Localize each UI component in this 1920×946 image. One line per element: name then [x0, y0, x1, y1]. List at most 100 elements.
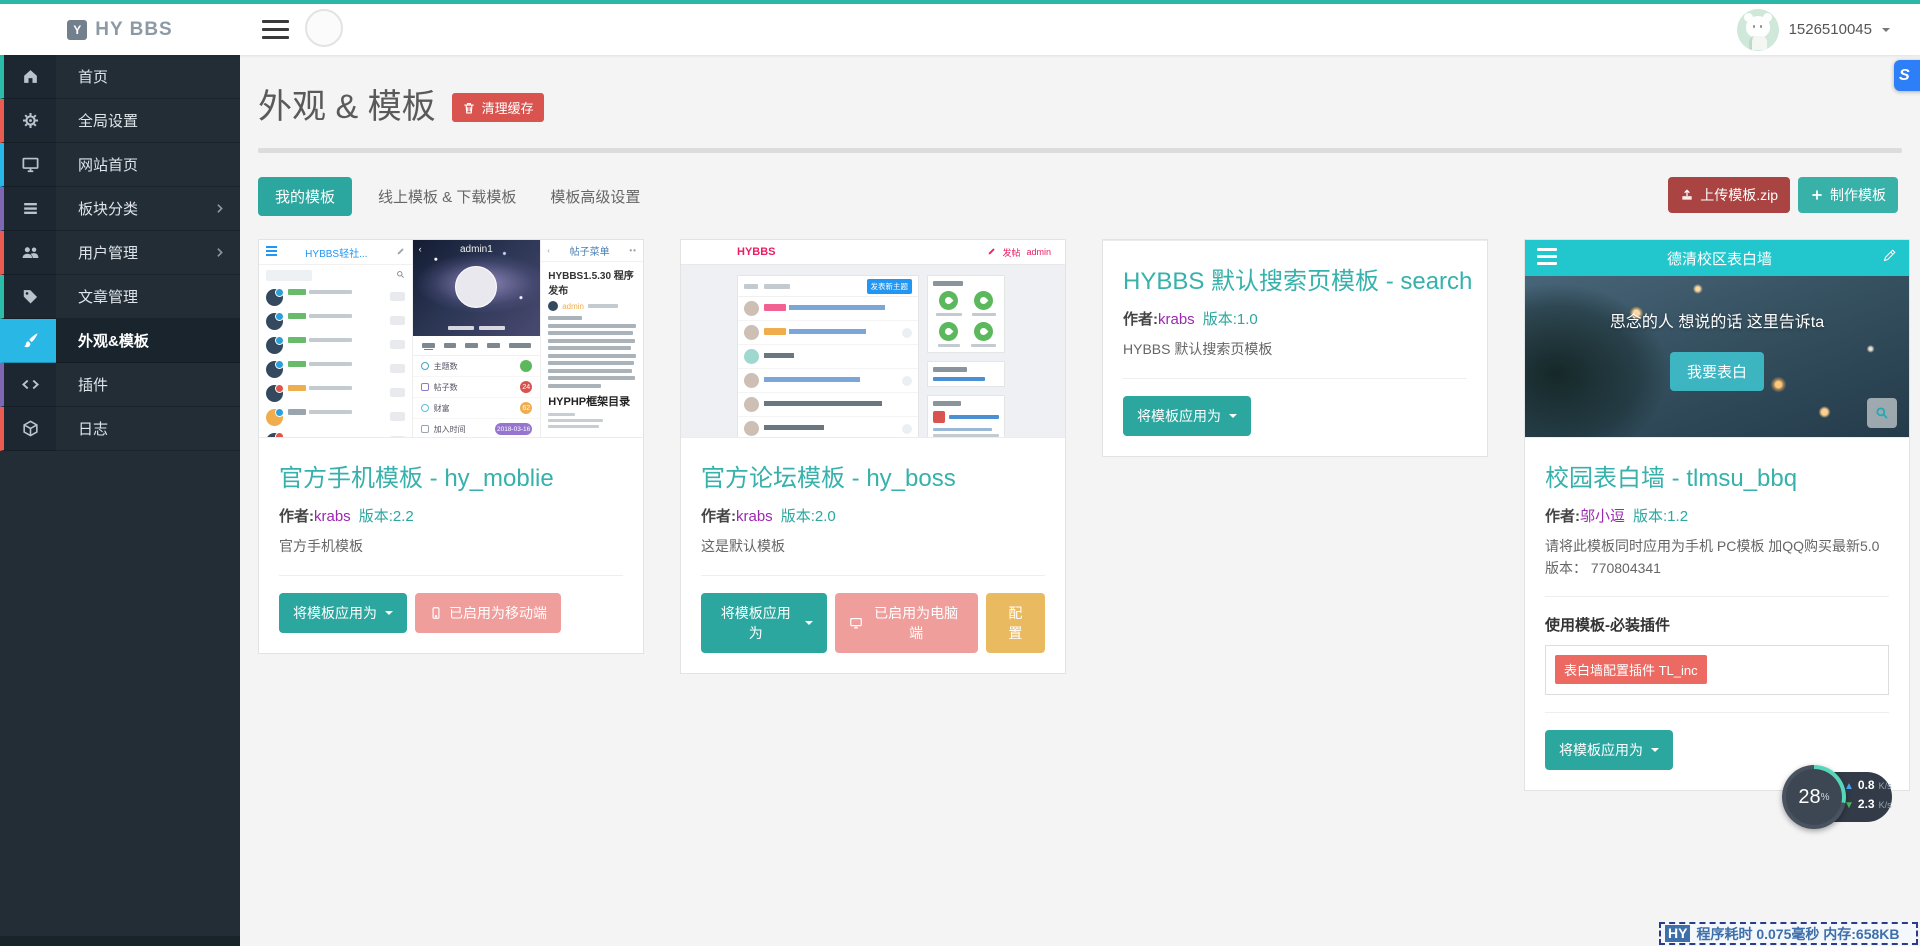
tab-advanced-settings[interactable]: 模板高级设置: [550, 177, 640, 216]
template-preview-hy-moblie: HYBBS轻社...: [259, 240, 643, 438]
upload-icon: [1680, 188, 1694, 202]
thumb-pen-icon: [396, 247, 405, 258]
thumb-pen-icon: [987, 247, 996, 258]
config-button[interactable]: 配置: [986, 593, 1045, 653]
template-version: 版本:2.2: [359, 508, 414, 525]
apply-template-dropdown[interactable]: 将模板应用为: [1123, 396, 1251, 436]
thumb-hamburger-icon: [1537, 248, 1557, 269]
upload-template-button[interactable]: 上传模板.zip: [1668, 177, 1790, 213]
page-title: 外观 & 模板: [258, 79, 436, 128]
sidebar-item-global-settings[interactable]: 全局设置: [0, 99, 240, 143]
top-header: Y HY BBS 1526510045: [0, 4, 1920, 55]
template-description: 请将此模板同时应用为手机 PC模板 加QQ购买最新5.0版本： 77080434…: [1545, 536, 1889, 579]
thumb-profile-name: admin1: [413, 244, 541, 255]
cube-icon: [0, 407, 56, 451]
required-plugins-box: 表白墙配置插件 TL_inc: [1545, 645, 1889, 695]
chevron-down-icon: [1882, 28, 1890, 36]
template-title-link[interactable]: 校园表白墙 - tlmsu_bbq: [1545, 458, 1889, 493]
thumb-search-icon: [396, 270, 405, 281]
title-divider: [258, 148, 1902, 153]
list-icon: [0, 187, 56, 231]
thumb-post-menu-title: 帖子菜单: [570, 243, 610, 258]
template-preview-search: [1103, 240, 1487, 241]
tab-online-templates[interactable]: 线上模板 & 下载模板: [378, 177, 516, 216]
template-title-link[interactable]: 官方手机模板 - hy_moblie: [279, 458, 623, 493]
plugin-tag: 表白墙配置插件 TL_inc: [1555, 655, 1707, 684]
sidebar-item-logs[interactable]: 日志: [0, 407, 240, 451]
template-title-link[interactable]: HYBBS 默认搜索页模板 - search: [1123, 261, 1467, 296]
performance-text: 程序耗时 0.075毫秒 内存:658KB: [1696, 924, 1899, 944]
download-rate: 2.3: [1858, 797, 1875, 811]
template-card-search: HYBBS 默认搜索页模板 - search 作者:krabs版本:1.0 HY…: [1102, 239, 1488, 457]
template-author: krabs: [736, 508, 773, 525]
template-title-link[interactable]: 官方论坛模板 - hy_boss: [701, 458, 1045, 493]
tag-icon: [0, 275, 56, 319]
users-icon: [0, 231, 56, 275]
brand-logo[interactable]: Y HY BBS: [0, 4, 240, 55]
enabled-desktop-button[interactable]: 已启用为电脑端: [835, 593, 978, 653]
trash-icon: [462, 101, 476, 115]
enabled-mobile-button[interactable]: 已启用为移动端: [415, 593, 561, 633]
sidebar-item-site-home[interactable]: 网站首页: [0, 143, 240, 187]
thumb-search-button: [1867, 398, 1897, 428]
sidebar-nav: 首页 全局设置 网站首页 板块分类 用户管理: [0, 55, 240, 946]
username: 1526510045: [1789, 21, 1872, 38]
template-card-hy-moblie: HYBBS轻社...: [258, 239, 644, 654]
thumb-confess-button: 我要表白: [1670, 352, 1764, 391]
sidebar-toggle-hamburger-icon[interactable]: [262, 20, 289, 39]
user-menu[interactable]: 1526510045: [1737, 4, 1890, 55]
template-card-hy-boss: HYBBS 发帖 admin 发表新主题: [680, 239, 1066, 674]
floating-service-icon[interactable]: S: [1894, 60, 1920, 91]
monitor-icon: [849, 616, 863, 630]
template-version: 版本:1.2: [1633, 508, 1688, 525]
gauge-percent-value: 28: [1798, 786, 1820, 809]
thumb-forum-title: HYBBS轻社...: [283, 245, 390, 260]
template-version: 版本:2.0: [781, 508, 836, 525]
thumb-tagline: 思念的人 想说的话 这里告诉ta: [1525, 308, 1909, 332]
thumb-profile-avatar: [455, 266, 497, 308]
template-preview-hy-boss: HYBBS 发帖 admin 发表新主题: [681, 240, 1065, 438]
apply-template-dropdown[interactable]: 将模板应用为: [701, 593, 827, 653]
template-author: krabs: [314, 508, 351, 525]
user-avatar: [1737, 9, 1779, 51]
admin-page: Y HY BBS 1526510045 首页 全局设置: [0, 0, 1920, 946]
apply-template-dropdown[interactable]: 将模板应用为: [279, 593, 407, 633]
sidebar-item-plugins[interactable]: 插件: [0, 363, 240, 407]
gear-icon: [0, 99, 56, 143]
phone-icon: [429, 606, 443, 620]
clear-cache-button[interactable]: 清理缓存: [452, 93, 544, 122]
code-icon: [0, 363, 56, 407]
create-template-button[interactable]: 制作模板: [1798, 177, 1898, 213]
sidebar-item-user-management[interactable]: 用户管理: [0, 231, 240, 275]
hy-badge: HY: [1665, 925, 1690, 942]
tab-my-templates[interactable]: 我的模板: [258, 177, 352, 216]
chevron-right-icon: [213, 202, 226, 220]
thumb-wall-title: 德清校区表白墙: [1557, 248, 1882, 269]
main-content: 外观 & 模板 清理缓存 我的模板 线上模板 & 下载模板 模板高级设置 上传模…: [240, 55, 1920, 946]
header-avatar-placeholder[interactable]: [305, 9, 343, 47]
sidebar-footer-strip: [0, 936, 240, 946]
brush-icon: [0, 319, 56, 363]
upload-rate: 0.8: [1858, 778, 1875, 792]
brand-logo-text: HY BBS: [95, 19, 172, 41]
sidebar-item-article-management[interactable]: 文章管理: [0, 275, 240, 319]
template-description: 官方手机模板: [279, 536, 623, 558]
apply-template-dropdown[interactable]: 将模板应用为: [1545, 730, 1673, 770]
template-card-list: HYBBS轻社...: [258, 239, 1920, 791]
system-monitor-widget[interactable]: ▲ 0.8 K/s ▼ 2.3 K/s 28 %: [1782, 765, 1846, 829]
template-author: krabs: [1158, 311, 1195, 328]
template-description: 这是默认模板: [701, 536, 1045, 558]
top-accent-strip: [0, 0, 1920, 4]
performance-status-bar: HY 程序耗时 0.075毫秒 内存:658KB: [1659, 922, 1918, 945]
caret-down-icon: [805, 621, 813, 629]
template-description: HYBBS 默认搜索页模板: [1123, 339, 1467, 361]
sidebar-item-home[interactable]: 首页: [0, 55, 240, 99]
template-author: 邬小逗: [1580, 508, 1625, 525]
thumb-hamburger-icon: [266, 246, 277, 258]
sidebar-item-board-categories[interactable]: 板块分类: [0, 187, 240, 231]
template-preview-tlmsu-bbq: 德清校区表白墙 思念的人 想说的话 这里告诉ta 我要表白: [1525, 240, 1909, 438]
brand-logo-icon: Y: [67, 20, 87, 40]
thumb-post-title: HYBBS1.5.30 程序发布: [548, 267, 636, 297]
monitor-icon: [0, 143, 56, 187]
sidebar-item-appearance-templates[interactable]: 外观&模板: [0, 319, 240, 363]
